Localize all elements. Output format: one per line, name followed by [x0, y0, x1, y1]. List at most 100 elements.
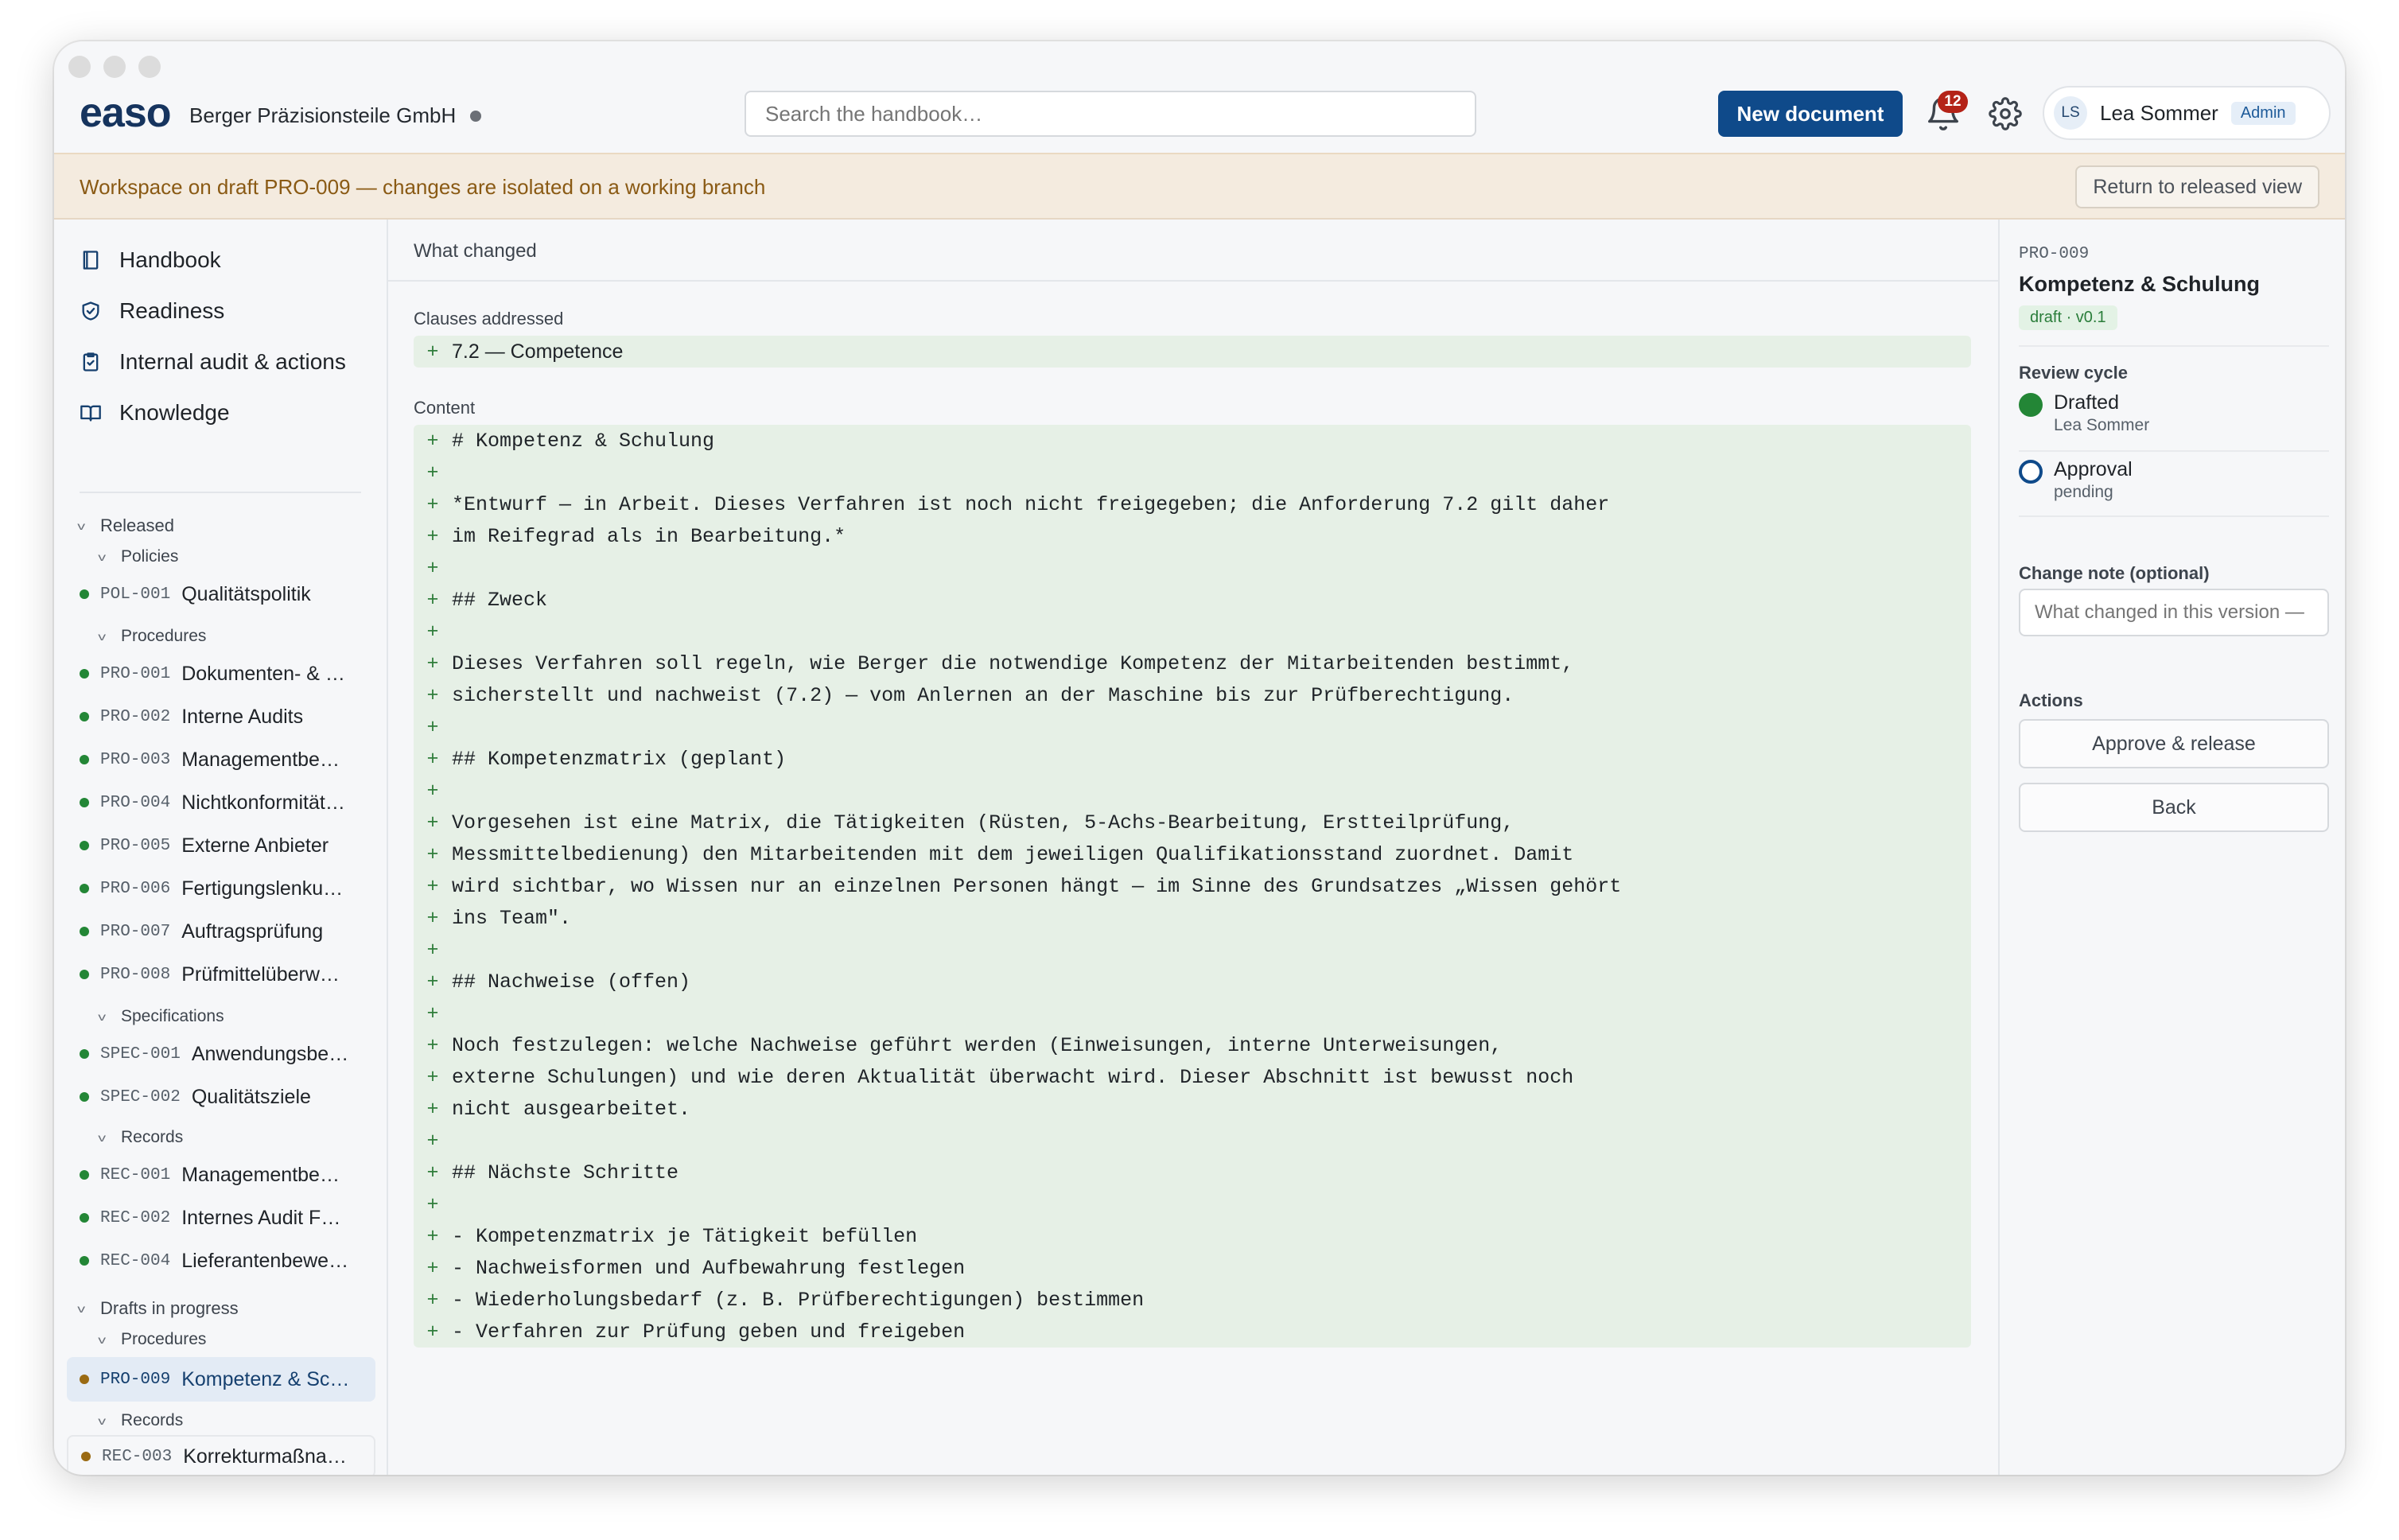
released-status-dot — [80, 970, 89, 979]
doc-id: PRO-007 — [100, 922, 171, 941]
diff-line: + ins Team". — [414, 902, 571, 934]
subgroup-label: Procedures — [121, 627, 207, 645]
diff-line-text: nicht ausgearbeitet. — [452, 1097, 691, 1121]
user-menu[interactable]: LS Lea Sommer Admin — [2043, 86, 2331, 140]
doc-item-pro-001[interactable]: PRO-001 Dokumenten- & … — [67, 654, 375, 694]
diff-line: + Noch festzulegen: welche Nachweise gefü… — [414, 1029, 1502, 1061]
approve-release-button[interactable]: Approve & release — [2019, 719, 2329, 768]
diff-line-text: wird sichtbar, wo Wissen nur an einzelne… — [452, 874, 1622, 898]
diff-line: + # Kompetenz & Schulung — [414, 425, 714, 457]
diff-add-marker: + — [426, 683, 439, 707]
doc-item-pro-008[interactable]: PRO-008 Prüfmittelüberw… — [67, 955, 375, 994]
doc-title: Dokumenten- & … — [181, 662, 345, 685]
released-status-dot — [80, 1170, 89, 1180]
diff-line-text: # Kompetenz & Schulung — [452, 429, 715, 453]
diff-line: + Vorgesehen ist eine Matrix, die Tätigke… — [414, 807, 1514, 838]
panel-divider — [2019, 515, 2329, 517]
gear-icon[interactable] — [1989, 97, 2022, 130]
sidebar-item-label: Internal audit & actions — [119, 349, 346, 374]
window-controls — [68, 56, 161, 78]
doc-title: Kompetenz & Sc… — [181, 1367, 350, 1390]
org-switcher[interactable]: Berger Präzisionsteile GmbH — [189, 103, 482, 128]
doc-item-pro-009[interactable]: PRO-009 Kompetenz & Sc… — [67, 1357, 375, 1402]
diff-add-marker: + — [426, 1192, 439, 1216]
diff-add-marker: + — [426, 1033, 439, 1057]
sidebar-item-knowledge[interactable]: Knowledge — [80, 395, 230, 431]
return-to-released-button[interactable]: Return to released view — [2075, 165, 2319, 208]
doc-item-pro-002[interactable]: PRO-002 Interne Audits — [67, 697, 375, 737]
diff-add-marker: + — [426, 1288, 439, 1312]
doc-item-spec-002[interactable]: SPEC-002 Qualitätsziele — [67, 1077, 375, 1117]
diff-add-marker: + — [426, 461, 439, 484]
doc-item-pro-005[interactable]: PRO-005 Externe Anbieter — [67, 826, 375, 865]
diff-add-marker: + — [426, 588, 439, 612]
panel-divider — [2019, 345, 2329, 347]
diff-add-marker: + — [426, 906, 439, 930]
doc-item-rec-003[interactable]: REC-003 Korrekturmaßna… — [67, 1435, 375, 1475]
open-book-icon — [80, 405, 101, 422]
change-note-input[interactable] — [2019, 589, 2329, 636]
diff-line-text: ins Team". — [452, 906, 572, 930]
group-released[interactable]: v Released — [77, 515, 174, 536]
diff-add-marker: + — [426, 1224, 439, 1248]
sidebar-item-internal-audit[interactable]: Internal audit & actions — [80, 344, 346, 380]
doc-id: PRO-002 — [100, 707, 171, 726]
diff-view: What changed Clauses addressed + 7.2 — C… — [388, 220, 1998, 1475]
released-status-dot — [80, 669, 89, 679]
avatar: LS — [2054, 96, 2087, 130]
sidebar-divider — [80, 492, 361, 493]
doc-title: Anwendungsbe… — [191, 1042, 349, 1065]
diff-add-marker: + — [426, 429, 439, 453]
subgroup-policies[interactable]: v Policies — [98, 547, 178, 566]
doc-item-rec-002[interactable]: REC-002 Internes Audit F… — [67, 1198, 375, 1238]
doc-item-pro-007[interactable]: PRO-007 Auftragsprüfung — [67, 912, 375, 951]
diff-line: + — [414, 934, 452, 966]
doc-item-rec-004[interactable]: REC-004 Lieferantenbewe… — [67, 1241, 375, 1281]
doc-item-pro-006[interactable]: PRO-006 Fertigungslenku… — [67, 869, 375, 908]
back-button[interactable]: Back — [2019, 783, 2329, 832]
diff-add-marker: + — [426, 651, 439, 675]
minimize-window-button[interactable] — [103, 56, 126, 78]
released-status-dot — [80, 1213, 89, 1223]
subgroup-draft-records[interactable]: v Records — [98, 1411, 184, 1430]
app-logo[interactable]: easo — [80, 89, 172, 137]
chevron-down-icon: v — [77, 519, 85, 532]
new-document-button[interactable]: New document — [1718, 91, 1903, 137]
zoom-window-button[interactable] — [138, 56, 161, 78]
subgroup-label: Specifications — [121, 1007, 224, 1025]
subgroup-label: Records — [121, 1411, 184, 1429]
subgroup-records[interactable]: v Records — [98, 1128, 183, 1147]
diff-line: + nicht ausgearbeitet. — [414, 1093, 690, 1125]
doc-title: Fertigungslenku… — [181, 877, 344, 900]
doc-id: SPEC-001 — [100, 1044, 181, 1064]
doc-item-pro-003[interactable]: PRO-003 Managementbe… — [67, 740, 375, 780]
doc-item-spec-001[interactable]: SPEC-001 Anwendungsbe… — [67, 1034, 375, 1074]
sidebar-item-handbook[interactable]: Handbook — [80, 242, 221, 278]
sidebar-item-readiness[interactable]: Readiness — [80, 293, 224, 329]
diff-add-marker: + — [426, 779, 439, 803]
diff-line: + — [414, 552, 452, 584]
chevron-down-icon: v — [77, 1302, 85, 1315]
diff-line: + Messmittelbedienung) den Mitarbeitenden… — [414, 838, 1573, 870]
user-name: Lea Sommer — [2100, 100, 2218, 125]
clause-line: 7.2 — Competence — [452, 340, 624, 363]
draft-status-dot — [80, 1375, 89, 1384]
subgroup-draft-procedures[interactable]: v Procedures — [98, 1330, 206, 1349]
doc-item-pro-004[interactable]: PRO-004 Nichtkonformität… — [67, 783, 375, 822]
doc-title: Lieferantenbewe… — [181, 1249, 349, 1272]
doc-title: Managementbe… — [181, 748, 340, 771]
close-window-button[interactable] — [68, 56, 91, 78]
doc-title: Prüfmittelüberw… — [181, 962, 340, 986]
diff-line: + — [414, 711, 452, 743]
doc-item-rec-001[interactable]: REC-001 Managementbe… — [67, 1155, 375, 1195]
doc-item-pol-001[interactable]: POL-001 Qualitätspolitik — [67, 574, 375, 614]
chevron-down-icon: v — [98, 550, 106, 563]
diff-line-text: externe Schulungen) und wie deren Aktual… — [452, 1065, 1574, 1089]
panel-doc-id: PRO-009 — [2019, 245, 2090, 263]
subgroup-specifications[interactable]: v Specifications — [98, 1007, 224, 1026]
doc-title: Interne Audits — [181, 705, 304, 728]
group-drafts-in-progress[interactable]: v Drafts in progress — [77, 1298, 238, 1319]
search-input[interactable] — [745, 91, 1476, 137]
chevron-down-icon: v — [98, 1010, 106, 1023]
subgroup-procedures[interactable]: v Procedures — [98, 627, 207, 646]
